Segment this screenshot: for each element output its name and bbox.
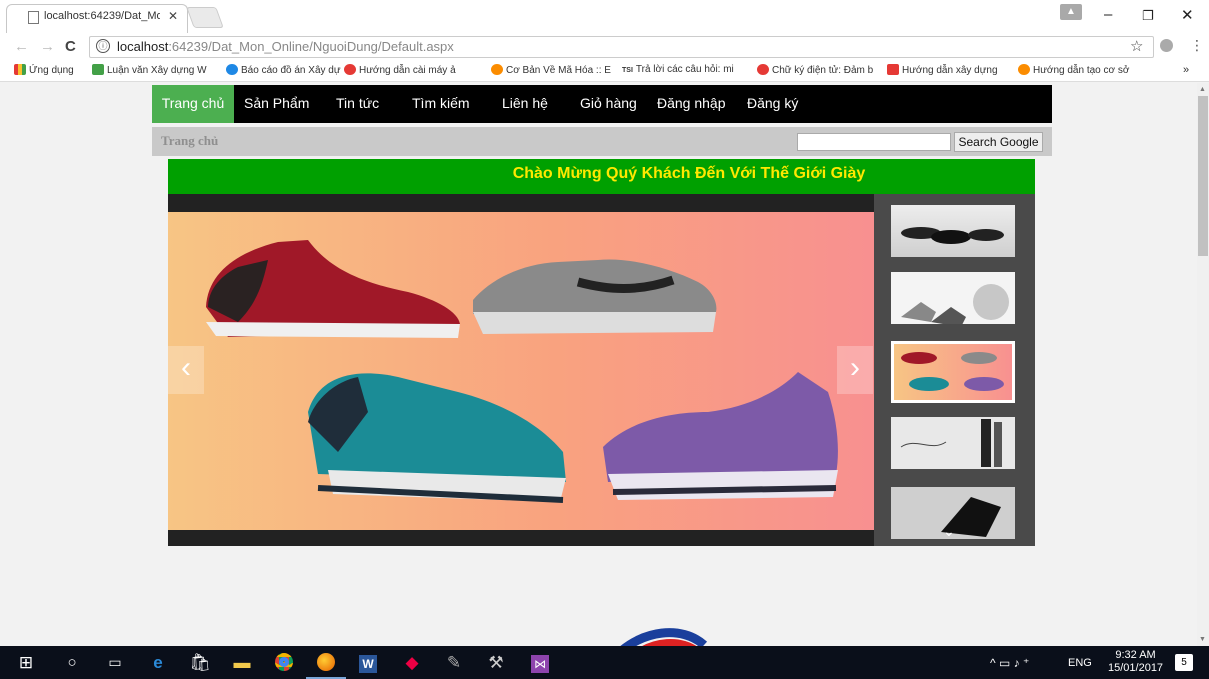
minimize-icon[interactable]: –: [1104, 6, 1112, 23]
extension-icon[interactable]: [1160, 39, 1173, 52]
bookmark-label: Hướng dẫn cài máy ả: [359, 65, 456, 76]
search-input[interactable]: [797, 133, 951, 151]
bookmark-icon: [1018, 64, 1030, 75]
star-icon[interactable]: ☆: [1130, 37, 1143, 55]
bookmark-label: Hướng dẫn tạo cơ sở: [1033, 65, 1130, 76]
url-host: localhost: [117, 39, 169, 54]
thumbnail-heels: [901, 284, 1009, 324]
bookmark-item[interactable]: Hướng dẫn tạo cơ sở: [1018, 64, 1129, 76]
language-indicator[interactable]: ENG: [1068, 657, 1092, 669]
file-explorer-icon[interactable]: ▬: [222, 646, 262, 679]
back-icon[interactable]: ←: [14, 38, 29, 55]
bookmark-item[interactable]: Cơ Bản Về Mã Hóa :: E: [491, 64, 611, 76]
welcome-text: Chào Mừng Quý Khách Đến Với Thế Giới Già…: [512, 165, 866, 182]
address-url[interactable]: localhost:64239/Dat_Mon_Online/NguoiDung…: [117, 39, 454, 54]
forward-icon[interactable]: →: [40, 38, 55, 55]
bookmark-icon: [226, 64, 238, 75]
thumbnail-shoes: [901, 227, 1004, 244]
reload-icon[interactable]: C: [65, 38, 76, 55]
tool-icon[interactable]: ⚒: [476, 646, 516, 679]
tab-title: localhost:64239/Dat_Mo: [44, 10, 160, 22]
bookmark-item[interactable]: Báo cáo đồ án Xây dự: [226, 64, 341, 76]
nav-home[interactable]: Trang chủ: [152, 85, 234, 123]
bookmark-item[interactable]: Chữ ký điện tử: Đảm b: [757, 64, 873, 76]
date: 15/01/2017: [1108, 662, 1164, 674]
restore-icon[interactable]: ❐: [1142, 8, 1154, 24]
thumbnail-3-active[interactable]: [891, 341, 1015, 403]
search-google-button[interactable]: Search Google: [954, 132, 1043, 152]
bookmark-label: Trả lời các câu hỏi: mi: [635, 64, 734, 75]
store-icon[interactable]: 🛍: [180, 646, 220, 679]
bookmark-item[interactable]: TSI Trả lời các câu hỏi: mi: [622, 64, 734, 75]
close-tab-icon[interactable]: ✕: [168, 9, 178, 23]
scroll-down-icon[interactable]: ▼: [1199, 636, 1206, 643]
nav-search[interactable]: Tìm kiếm: [412, 85, 470, 123]
time: 9:32 AM: [1115, 649, 1156, 661]
scroll-up-icon[interactable]: ▲: [1199, 86, 1206, 93]
nav-products[interactable]: Sản Phẩm: [244, 85, 309, 123]
thumbnail-4[interactable]: [891, 417, 1015, 469]
edge-icon[interactable]: e: [138, 646, 178, 679]
bookmark-label: Báo cáo đồ án Xây dự: [241, 65, 341, 76]
app-icon[interactable]: ◆: [392, 646, 432, 679]
logo-image: [619, 628, 707, 647]
firefox-icon[interactable]: [306, 646, 346, 679]
tray-icons[interactable]: ^ ▭ ♪ ⁺: [990, 656, 1029, 670]
profile-icon[interactable]: ▲: [1060, 4, 1082, 20]
bookmark-apps[interactable]: Ứng dụng: [14, 64, 74, 76]
bookmark-item[interactable]: Hướng dẫn xây dựng: [887, 64, 998, 76]
scrollbar-thumb[interactable]: [1198, 96, 1208, 256]
bookmark-label: Cơ Bản Về Mã Hóa :: E: [506, 65, 611, 76]
bookmarks-more-icon[interactable]: »: [1183, 64, 1189, 76]
bookmark-item[interactable]: Luận văn Xây dựng W: [92, 64, 207, 76]
close-window-icon[interactable]: ✕: [1181, 6, 1194, 24]
nav-register[interactable]: Đăng ký: [747, 85, 798, 123]
nav-cart[interactable]: Giỏ hàng: [580, 85, 637, 123]
bookmark-icon: [92, 64, 104, 75]
thumbnail-couple: [900, 419, 1002, 467]
apps-icon: [14, 64, 26, 75]
logo-partial: [612, 625, 707, 647]
bookmark-icon: TSI: [622, 67, 633, 74]
nav-contact[interactable]: Liên hệ: [502, 85, 548, 123]
task-view-icon[interactable]: ▭: [95, 646, 135, 679]
thumbnails-down-icon[interactable]: ⌄: [943, 523, 955, 540]
bookmark-icon: [887, 64, 899, 75]
breadcrumb: Trang chủ: [161, 133, 219, 148]
thumbnail-sneakers: [901, 352, 1004, 391]
slider-next-button[interactable]: ›: [837, 346, 873, 394]
bookmark-label: Luận văn Xây dựng W: [107, 65, 207, 76]
bookmark-icon: [757, 64, 769, 75]
cortana-search-icon[interactable]: ○: [52, 646, 92, 679]
url-path: :64239/Dat_Mon_Online/NguoiDung/Default.…: [168, 39, 454, 54]
page-icon: [28, 11, 39, 24]
info-icon[interactable]: ⓘ: [96, 39, 110, 53]
thumbnail-1[interactable]: [891, 205, 1015, 257]
paint-icon[interactable]: ✎: [434, 646, 474, 679]
bookmark-icon: [344, 64, 356, 75]
nav-news[interactable]: Tin tức: [336, 85, 379, 123]
bookmark-label: Chữ ký điện tử: Đảm b: [772, 65, 874, 76]
word-icon[interactable]: W: [348, 646, 388, 679]
notification-icon[interactable]: 5: [1175, 654, 1193, 671]
chrome-icon[interactable]: [264, 646, 304, 679]
bookmark-label: Hướng dẫn xây dựng: [902, 65, 998, 76]
visual-studio-icon[interactable]: ⋈: [520, 646, 560, 679]
menu-icon[interactable]: ⋮: [1190, 37, 1204, 54]
shoes-illustration: [206, 240, 838, 503]
nav-login[interactable]: Đăng nhập: [657, 85, 726, 123]
bookmark-item[interactable]: Hướng dẫn cài máy ả: [344, 64, 456, 76]
slider-prev-button[interactable]: ‹: [168, 346, 204, 394]
windows-start-icon[interactable]: ⊞: [6, 646, 46, 679]
thumbnail-2[interactable]: [891, 272, 1015, 324]
bookmark-icon: [491, 64, 503, 75]
bookmark-label: Ứng dụng: [29, 65, 74, 76]
clock[interactable]: 9:32 AM 15/01/2017: [1108, 649, 1163, 675]
slide-image: [168, 212, 874, 530]
